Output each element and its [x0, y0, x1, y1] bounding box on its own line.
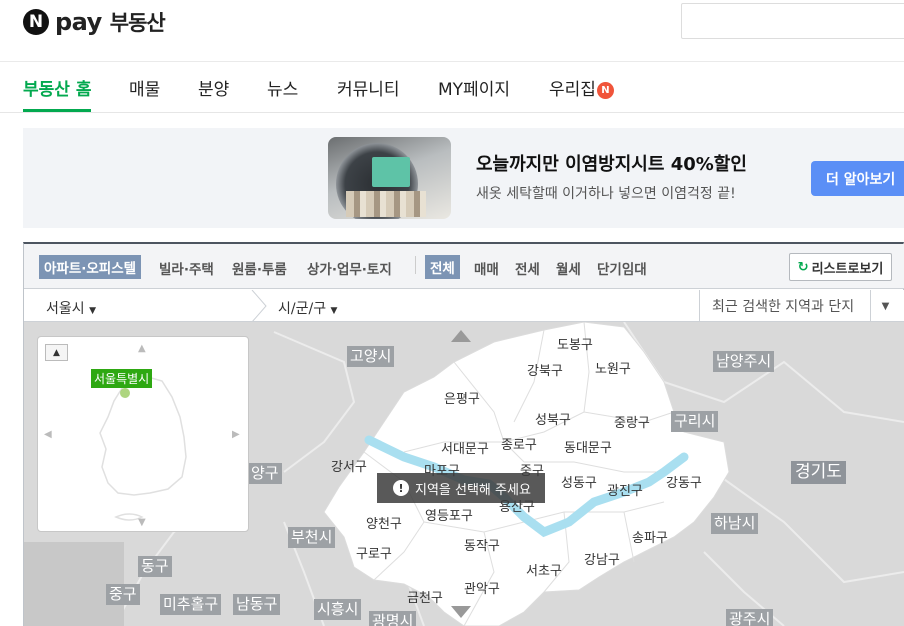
header-divider [0, 61, 904, 62]
chevron-down-icon: ▼ [330, 306, 338, 316]
banner-subtitle: 새옷 세탁할때 이거하나 넣으면 이염걱정 끝! [476, 186, 736, 202]
district-label[interactable]: 성동구 [561, 472, 597, 491]
district-label[interactable]: 노원구 [595, 358, 631, 377]
region-label[interactable]: 미추홀구 [160, 594, 222, 615]
tab-my-page[interactable]: MY페이지 [438, 75, 510, 100]
filter-separator [415, 256, 416, 274]
exclamation-icon: ! [393, 480, 409, 496]
region-label[interactable]: 동구 [138, 556, 172, 577]
filter-trade-sale[interactable]: 매매 [474, 258, 499, 278]
filter-trade-monthly[interactable]: 월세 [556, 258, 581, 278]
tab-our-home-label: 우리집 [549, 80, 596, 100]
filter-villa-house[interactable]: 빌라·주택 [159, 258, 214, 278]
chevron-down-icon: ▼ [89, 306, 97, 316]
region-label[interactable]: 구리시 [671, 411, 719, 432]
search-input[interactable] [681, 3, 904, 39]
region-label[interactable]: 남동구 [233, 594, 281, 615]
logo-service-text: 부동산 [109, 11, 166, 35]
city-select[interactable]: 서울시 ▼ [46, 298, 96, 318]
district-label[interactable]: 금천구 [407, 587, 443, 606]
region-label[interactable]: 광명시 [369, 611, 417, 626]
korea-minimap[interactable]: ▲ ▼ ◀ ▶ [37, 336, 249, 532]
tab-listings[interactable]: 매물 [129, 75, 160, 100]
district-select[interactable]: 시/군/구 ▼ [278, 298, 337, 318]
naver-n-icon: N [23, 9, 49, 35]
recent-search-dropdown-icon[interactable]: ▼ [870, 290, 900, 322]
minimap-up-arrow-icon[interactable]: ▲ [138, 343, 146, 354]
district-label[interactable]: 동대문구 [564, 437, 612, 456]
list-view-label: 리스트로보기 [811, 261, 884, 277]
district-label[interactable]: 서대문구 [441, 438, 489, 457]
tab-realestate-home[interactable]: 부동산 홈 [23, 75, 91, 100]
region-label[interactable]: 고양시 [347, 346, 395, 367]
list-view-button[interactable]: ↻ 리스트로보기 [789, 253, 892, 281]
district-label[interactable]: 성북구 [535, 409, 571, 428]
district-label[interactable]: 강동구 [666, 472, 702, 491]
minimap-left-arrow-icon[interactable]: ◀ [44, 429, 52, 440]
minimap-right-arrow-icon[interactable]: ▶ [232, 429, 240, 440]
region-label[interactable]: 중구 [106, 584, 140, 605]
district-label[interactable]: 서초구 [526, 560, 562, 579]
region-label[interactable]: 경기도 [791, 461, 846, 484]
region-label[interactable]: 하남시 [711, 513, 759, 534]
filter-bar [24, 244, 904, 289]
region-label[interactable]: 부천시 [288, 527, 336, 548]
tab-community[interactable]: 커뮤니티 [337, 75, 400, 100]
district-label[interactable]: 은평구 [444, 388, 480, 407]
filter-trade-all[interactable]: 전체 [425, 255, 460, 279]
filter-apartment-officetel[interactable]: 아파트·오피스텔 [39, 255, 142, 279]
minimap-collapse-button[interactable]: ▲ [45, 344, 68, 361]
naver-pay-logo[interactable]: N pay 부동산 [23, 8, 166, 36]
breadcrumb-arrow-icon [251, 290, 267, 322]
district-label[interactable]: 중랑구 [614, 412, 650, 431]
region-label[interactable]: 광주시 [726, 609, 774, 626]
district-label[interactable]: 구로구 [356, 543, 392, 562]
filter-oneroom-tworoom[interactable]: 원룸·투룸 [232, 258, 287, 278]
tab-news[interactable]: 뉴스 [267, 75, 298, 100]
region-label[interactable]: 시흥시 [314, 599, 362, 620]
refresh-icon: ↻ [797, 259, 809, 275]
tab-presale[interactable]: 분양 [198, 75, 229, 100]
district-label[interactable]: 강북구 [527, 360, 563, 379]
district-label[interactable]: 양천구 [366, 513, 402, 532]
logo-pay-text: pay [55, 8, 102, 36]
filter-commercial-land[interactable]: 상가·업무·토지 [307, 258, 392, 278]
district-label[interactable]: 강서구 [331, 456, 367, 475]
minimap-selected-region[interactable]: 서울특별시 [91, 369, 153, 388]
region-label[interactable]: 양구 [248, 463, 282, 484]
district-label[interactable]: 광진구 [607, 480, 643, 499]
filter-trade-short-term[interactable]: 단기임대 [597, 258, 647, 278]
recent-search-select[interactable]: 최근 검색한 지역과 단지 [699, 290, 870, 322]
ad-banner[interactable] [23, 128, 904, 228]
district-label[interactable]: 도봉구 [557, 334, 593, 353]
banner-product-image[interactable] [328, 137, 451, 219]
district-select-value: 시/군/구 [278, 301, 327, 317]
minimap-down-arrow-icon[interactable]: ▼ [138, 517, 146, 528]
filter-trade-jeonse[interactable]: 전세 [515, 258, 540, 278]
nav-divider [0, 112, 904, 113]
banner-title: 오늘까지만 이염방지시트 40%할인 [476, 154, 747, 175]
district-label[interactable]: 종로구 [501, 434, 537, 453]
region-label[interactable]: 남양주시 [713, 351, 775, 372]
district-label[interactable]: 동작구 [464, 535, 500, 554]
notice-text: 지역을 선택해 주세요 [415, 482, 531, 498]
select-region-notice: ! 지역을 선택해 주세요 [377, 473, 545, 503]
district-label[interactable]: 송파구 [632, 527, 668, 546]
city-select-value: 서울시 [46, 301, 85, 317]
district-label[interactable]: 강남구 [584, 549, 620, 568]
tab-our-home[interactable]: 우리집 N [549, 75, 614, 100]
district-label[interactable]: 영등포구 [425, 505, 473, 524]
district-label[interactable]: 관악구 [464, 578, 500, 597]
new-badge-icon: N [596, 82, 614, 99]
korea-outline [99, 376, 187, 521]
banner-learn-more-button[interactable]: 더 알아보기 [811, 161, 904, 196]
